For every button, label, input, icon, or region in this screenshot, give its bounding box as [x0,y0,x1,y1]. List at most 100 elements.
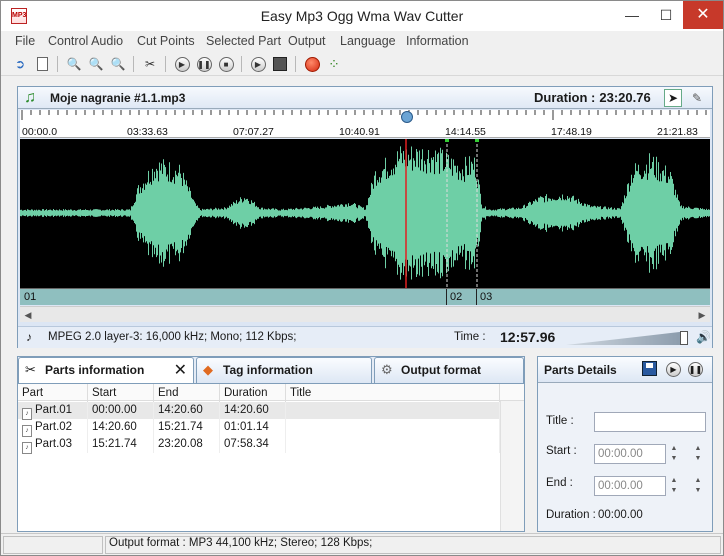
toolbar: ➲ 🔍 🔍 🔍 ✂ ▶ ❚❚ ■ ▶ ⁘ [1,52,723,76]
minimize-button[interactable]: — [617,1,647,29]
tab-parts-information[interactable]: ✂ Parts information ✕ [18,357,194,384]
parts-panel: ✂ Parts information ✕ ◆ Tag information … [17,356,525,532]
pencil-icon[interactable]: ✎ [688,89,706,107]
column-header[interactable]: Start [88,384,154,402]
end-fine-spinner[interactable]: ▲ ▼ [692,476,704,496]
delete-part-icon[interactable]: ✕ [174,360,187,380]
waveform-scrollbar[interactable]: ◀ ▶ [20,306,710,322]
status-segment [3,536,103,554]
tab-tag-information[interactable]: ◆ Tag information [196,357,372,383]
details-header: Parts Details ▶ ❚❚ [538,357,712,383]
file-header: ♫ Moje nagranie #1.1.mp3 Duration :23:20… [18,87,712,109]
save-icon[interactable] [271,55,289,73]
menu-control-audio[interactable]: Control Audio [48,34,123,48]
waveform-view[interactable] [20,139,710,288]
time-ruler[interactable]: 00:00.0 03:33.63 07:07.27 10:40.91 14:14… [20,110,710,138]
details-duration-value: 00:00.00 [598,509,643,521]
parts-bar[interactable]: 01 02 03 [20,288,710,305]
toolbar-separator [241,56,242,72]
split-icon[interactable]: ⁘ [325,55,343,73]
part-name: Part.03 [35,438,73,450]
output-icon: ⚙ [381,362,393,377]
column-header[interactable]: Part [18,384,88,402]
open-icon[interactable]: ➲ [11,55,29,73]
tab-output-format[interactable]: ⚙ Output format [374,357,524,383]
column-header[interactable]: End [154,384,220,402]
table-row[interactable]: ♪ Part.02 14:20.60 15:21.74 01:01.14 [18,419,500,437]
ruler-label: 00:00.0 [22,126,58,138]
end-input[interactable]: 00:00.00 [594,476,666,496]
toolbar-separator [165,56,166,72]
select-cursor-icon[interactable]: ➤ [664,89,682,107]
ruler-label: 03:33.63 [127,126,168,138]
play-part-icon[interactable]: ▶ [249,55,267,73]
status-bar: Output format : MP3 44,100 kHz; Stereo; … [1,533,723,555]
volume-thumb[interactable] [680,331,688,345]
cut-icon[interactable]: ✂ [141,55,159,73]
scroll-left-icon[interactable]: ◀ [20,307,36,323]
app-window: MP3 Easy Mp3 Ogg Wma Wav Cutter — ☐ ✕ Fi… [0,0,724,556]
table-row[interactable]: ♪ Part.03 15:21.74 23:20.08 07:58.34 [18,436,500,454]
scissors-icon: ✂ [25,362,36,377]
tag-icon: ◆ [203,362,213,377]
menu-information[interactable]: Information [406,34,469,48]
title-cell [286,436,500,453]
start-cell: 15:21.74 [88,436,154,453]
audio-file-icon: ♪ [22,442,32,454]
menu-language[interactable]: Language [340,34,396,48]
menu-file[interactable]: File [15,34,35,48]
start-fine-spinner[interactable]: ▲ ▼ [692,444,704,464]
menu-bar: File Control Audio Cut Points Selected P… [1,32,723,52]
new-icon[interactable] [33,55,51,73]
close-button[interactable]: ✕ [683,1,723,29]
part-cell: ♪ Part.01 [18,402,88,420]
title-input[interactable] [594,412,706,432]
menu-output[interactable]: Output [288,34,326,48]
file-name: Moje nagranie #1.1.mp3 [50,91,186,105]
play-icon[interactable]: ▶ [173,55,191,73]
menu-selected-part[interactable]: Selected Part [206,34,281,48]
title-cell [286,419,500,436]
title-bar: MP3 Easy Mp3 Ogg Wma Wav Cutter — ☐ ✕ [1,1,723,31]
playhead-handle[interactable] [401,111,413,123]
part-cell: ♪ Part.03 [18,436,88,454]
pause-part-icon[interactable]: ❚❚ [688,362,703,377]
part-label-01: 01 [24,291,37,303]
end-cell: 15:21.74 [154,419,220,436]
start-input[interactable]: 00:00.00 [594,444,666,464]
maximize-button[interactable]: ☐ [651,1,681,29]
end-label: End : [546,477,573,489]
zoom-in-icon[interactable]: 🔍 [65,55,83,73]
speaker-icon[interactable]: 🔊 [696,330,711,344]
save-part-icon[interactable] [642,361,657,376]
volume-slider[interactable] [566,331,692,345]
ruler-label: 17:48.19 [551,126,592,138]
play-part-icon[interactable]: ▶ [666,362,681,377]
zoom-fit-icon[interactable]: 🔍 [109,55,127,73]
duration-value: 23:20.76 [599,90,651,105]
duration-cell: 14:20.60 [220,402,286,419]
scroll-right-icon[interactable]: ▶ [694,307,710,323]
zoom-out-icon[interactable]: 🔍 [87,55,105,73]
audio-file-icon: ♪ [26,330,32,344]
volume-track [566,331,688,345]
record-icon[interactable] [303,55,321,73]
duration-label: Duration : [534,90,596,105]
pause-icon[interactable]: ❚❚ [195,55,213,73]
title-label: Title : [546,415,574,427]
start-spinner[interactable]: ▲ ▼ [668,444,680,464]
column-header[interactable]: Title [286,384,500,402]
end-spinner[interactable]: ▲ ▼ [668,476,680,496]
parts-table-header: Part Start End Duration Title [18,383,524,402]
duration-cell: 07:58.34 [220,436,286,453]
time-label: Time : [454,331,486,343]
status-text: Output format : MP3 44,100 kHz; Stereo; … [109,537,373,549]
stop-icon[interactable]: ■ [217,55,235,73]
menu-cut-points[interactable]: Cut Points [137,34,195,48]
table-row[interactable]: ♪ Part.01 00:00.00 14:20.60 14:20.60 [18,402,500,420]
duration-readout: Duration :23:20.76 [534,90,651,105]
parts-table-scrollbar[interactable] [500,401,524,531]
tab-label: Parts information [45,363,145,377]
column-header[interactable]: Duration [220,384,286,402]
part-separator [446,289,447,305]
